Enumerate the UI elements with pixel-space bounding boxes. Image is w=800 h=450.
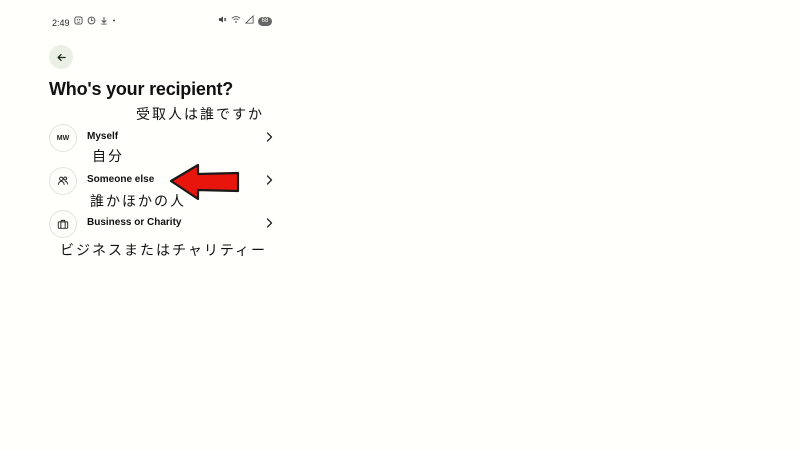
signal-icon <box>244 14 254 28</box>
people-icon-avatar <box>49 167 77 195</box>
mute-icon <box>218 15 227 28</box>
dot-icon <box>112 16 116 29</box>
battery-icon: 68 <box>258 17 272 26</box>
option-label-business: Business or Charity <box>87 217 182 228</box>
status-bar: 2:49 68 <box>52 14 272 29</box>
option-label-someone-else: Someone else <box>87 174 155 185</box>
myself-annotation: 自分 <box>92 149 124 165</box>
option-label-myself: Myself <box>87 131 119 142</box>
sync-icon <box>87 16 96 29</box>
arrow-left-icon <box>56 53 66 61</box>
download-icon <box>100 16 108 29</box>
business-annotation: ビジネスまたはチャリティー <box>60 243 268 259</box>
option-myself[interactable]: MW Myself <box>49 124 274 152</box>
title-annotation: 受取人は誰ですか <box>136 107 264 123</box>
people-icon <box>57 176 69 185</box>
chevron-right-icon <box>266 175 273 185</box>
chevron-right-icon <box>266 132 273 142</box>
red-arrow-annotation <box>169 163 240 201</box>
avatar: MW <box>49 124 77 152</box>
briefcase-icon-avatar <box>49 210 77 238</box>
page: 2:49 68 Who's your recipient? 受取人は誰ですか M… <box>0 0 800 450</box>
status-bar-right: 68 <box>218 14 272 28</box>
wifi-icon <box>231 15 241 28</box>
status-time: 2:49 <box>52 17 70 28</box>
back-button[interactable] <box>49 45 73 69</box>
option-business-or-charity[interactable]: Business or Charity <box>49 210 274 238</box>
page-title: Who's your recipient? <box>49 79 234 99</box>
status-bar-left: 2:49 <box>52 16 116 29</box>
briefcase-icon <box>57 219 69 229</box>
chevron-right-icon <box>266 218 273 228</box>
face-id-icon <box>73 16 83 29</box>
